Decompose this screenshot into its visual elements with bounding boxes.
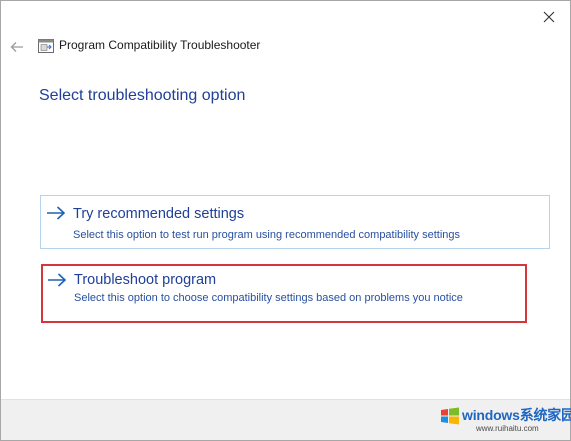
watermark-url: www.ruihaitu.com xyxy=(476,424,539,433)
window-title: Program Compatibility Troubleshooter xyxy=(59,38,261,52)
troubleshooter-window: Program Compatibility Troubleshooter Sel… xyxy=(0,0,571,441)
windows-logo-icon xyxy=(441,407,459,425)
arrow-right-icon xyxy=(48,273,67,287)
option-description: Select this option to test run program u… xyxy=(73,229,461,241)
arrow-right-icon xyxy=(47,206,66,220)
watermark-brand: windows系统家园 xyxy=(462,407,571,423)
option-troubleshoot-program[interactable]: Troubleshoot program Select this option … xyxy=(41,264,527,323)
close-button[interactable] xyxy=(534,4,564,30)
watermark: windows系统家园 www.ruihaitu.com xyxy=(440,402,571,438)
back-button[interactable] xyxy=(7,37,27,57)
page-title: Select troubleshooting option xyxy=(39,87,246,104)
option-title: Try recommended settings xyxy=(73,206,245,222)
option-description: Select this option to choose compatibili… xyxy=(74,292,463,304)
back-arrow-icon xyxy=(10,42,23,52)
close-icon xyxy=(543,11,555,23)
option-try-recommended-settings[interactable]: Try recommended settings Select this opt… xyxy=(40,195,550,249)
option-title: Troubleshoot program xyxy=(74,272,217,288)
program-compatibility-icon xyxy=(38,39,54,53)
